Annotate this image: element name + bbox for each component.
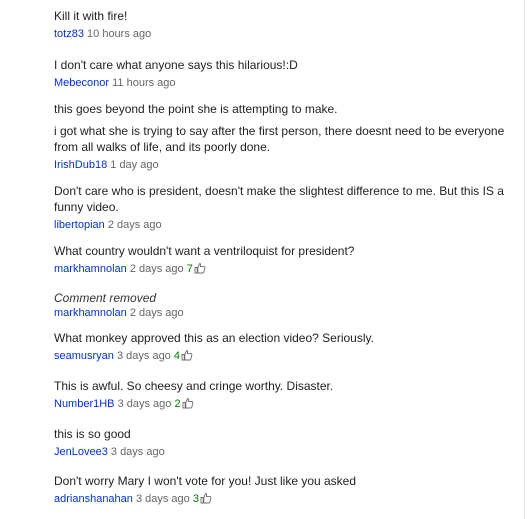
comment: I don't care what anyone says this hilar… bbox=[54, 57, 516, 90]
comment-author-link[interactable]: markhamnolan bbox=[54, 307, 127, 319]
comment-text: this is so good bbox=[54, 427, 131, 441]
comment-meta: Number1HB 3 days ago 2 bbox=[54, 397, 516, 411]
comment-author-link[interactable]: libertopian bbox=[54, 219, 105, 231]
comment-author-link[interactable]: Mebeconor bbox=[54, 77, 109, 89]
comment-text: Don't worry Mary I won't vote for you! J… bbox=[54, 474, 357, 488]
comment-author-link[interactable]: adrianshanahan bbox=[54, 493, 133, 505]
thumbs-up-icon[interactable] bbox=[194, 262, 206, 274]
comment-meta: libertopian 2 days ago bbox=[54, 218, 516, 232]
comment-meta: IrishDub18 1 day ago bbox=[54, 158, 516, 172]
thumbs-up-icon[interactable] bbox=[181, 349, 193, 361]
comment-text: This is awful. So cheesy and cringe wort… bbox=[54, 379, 334, 393]
comment-time: 2 days ago bbox=[129, 263, 184, 275]
comment-text: Don't care who is president, doesn't mak… bbox=[54, 184, 504, 214]
comment-time: 3 days ago bbox=[135, 493, 190, 505]
comment: Kill it with fire! totz83 10 hours ago bbox=[54, 8, 516, 41]
comment-removed: Comment removed markhamnolan 2 days ago bbox=[54, 290, 516, 320]
comment-meta: adrianshanahan 3 days ago 3 bbox=[54, 492, 516, 506]
comment-author-link[interactable]: IrishDub18 bbox=[54, 159, 107, 171]
comment-meta: markhamnolan 2 days ago 7 bbox=[54, 262, 516, 276]
divider bbox=[524, 0, 525, 519]
thumbs-up-icon[interactable] bbox=[182, 397, 194, 409]
comment-text: Kill it with fire! bbox=[54, 9, 128, 23]
comment: What monkey approved this as an election… bbox=[54, 330, 516, 363]
comment-meta: Mebeconor 11 hours ago bbox=[54, 76, 516, 90]
comment-time: 3 days ago bbox=[117, 398, 172, 410]
comment: This is awful. So cheesy and cringe wort… bbox=[54, 378, 516, 411]
comment-time: 10 hours ago bbox=[87, 28, 152, 40]
comment-meta: totz83 10 hours ago bbox=[54, 27, 516, 41]
comment-time: 2 days ago bbox=[107, 219, 162, 231]
comment: this goes beyond the point she is attemp… bbox=[54, 101, 516, 172]
comment-time: 1 day ago bbox=[110, 159, 159, 171]
comment-removed-label: Comment removed bbox=[54, 291, 157, 305]
comment-time: 11 hours ago bbox=[112, 77, 176, 89]
comment-text: What country wouldn't want a ventriloqui… bbox=[54, 244, 355, 258]
comment-text: I don't care what anyone says this hilar… bbox=[54, 58, 298, 72]
like-count: 7 bbox=[186, 263, 193, 275]
comment-text: i got what she is trying to say after th… bbox=[54, 124, 505, 154]
comment-author-link[interactable]: Number1HB bbox=[54, 398, 115, 410]
comment-author-link[interactable]: markhamnolan bbox=[54, 263, 127, 275]
comment-meta: seamusryan 3 days ago 4 bbox=[54, 349, 516, 363]
comment-text: this goes beyond the point she is attemp… bbox=[54, 102, 338, 116]
comment: Don't worry Mary I won't vote for you! J… bbox=[54, 473, 516, 506]
comment: this is so good JenLovee3 3 days ago bbox=[54, 426, 516, 459]
comment-time: 3 days ago bbox=[116, 350, 171, 362]
comment-text: What monkey approved this as an election… bbox=[54, 331, 374, 345]
like-count: 4 bbox=[173, 350, 180, 362]
comment-time: 2 days ago bbox=[129, 307, 184, 319]
comment: What country wouldn't want a ventriloqui… bbox=[54, 243, 516, 276]
comment-meta: markhamnolan 2 days ago bbox=[54, 306, 516, 320]
like-count: 3 bbox=[192, 493, 199, 505]
comment-meta: JenLovee3 3 days ago bbox=[54, 445, 516, 459]
comment-author-link[interactable]: seamusryan bbox=[54, 350, 114, 362]
comment-author-link[interactable]: JenLovee3 bbox=[54, 446, 108, 458]
like-count: 2 bbox=[174, 398, 181, 410]
comment-time: 3 days ago bbox=[110, 446, 165, 458]
thumbs-up-icon[interactable] bbox=[200, 492, 212, 504]
comment: Don't care who is president, doesn't mak… bbox=[54, 183, 516, 232]
comment-author-link[interactable]: totz83 bbox=[54, 28, 84, 40]
comments-page: Kill it with fire! totz83 10 hours ago I… bbox=[0, 0, 529, 519]
